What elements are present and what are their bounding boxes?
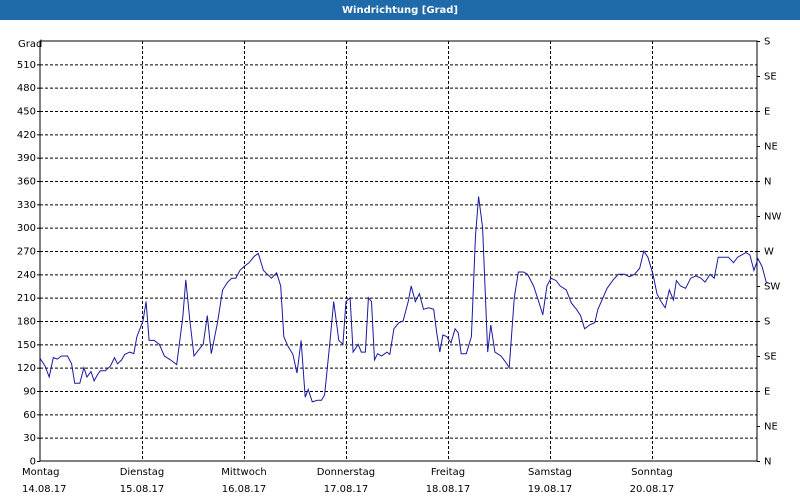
x-tick-day: Sonntag bbox=[631, 467, 673, 478]
left-tick-labels: 0 30 60 90 120 150 180 210 240 270 300 330 360 390 420… bbox=[17, 60, 40, 468]
y-tick-label: 450 bbox=[17, 107, 36, 118]
y-tick-label: 360 bbox=[17, 177, 36, 188]
y-tick-label: 270 bbox=[17, 247, 36, 258]
compass-tick-label: E bbox=[764, 387, 770, 398]
compass-tick-label: W bbox=[764, 247, 774, 258]
x-tick-day: Mittwoch bbox=[221, 467, 266, 478]
x-tick-date: 16.08.17 bbox=[222, 484, 267, 495]
right-tick-labels: N NE E SE S SW W NW N NE E SE S bbox=[757, 37, 781, 468]
y-tick-label: 480 bbox=[17, 83, 36, 94]
series-line-wind-direction bbox=[39, 196, 771, 403]
x-tick-date: 20.08.17 bbox=[630, 484, 675, 495]
y-tick-label: 30 bbox=[23, 433, 36, 444]
y-tick-label: 0 bbox=[30, 457, 36, 468]
y-axis-label: Grad bbox=[18, 39, 42, 50]
y-tick-label: 420 bbox=[17, 130, 36, 141]
x-tick-labels: Montag 14.08.17 Dienstag 15.08.17 Mittwoch 16… bbox=[22, 467, 674, 495]
y-tick-label: 90 bbox=[23, 387, 36, 398]
x-tick-day: Samstag bbox=[528, 467, 572, 478]
chart-title: Windrichtung [Grad] bbox=[342, 4, 458, 16]
x-tick-day: Dienstag bbox=[120, 467, 165, 478]
y-tick-label: 60 bbox=[23, 410, 36, 421]
y-tick-label: 180 bbox=[17, 317, 36, 328]
compass-tick-label: NE bbox=[764, 142, 778, 153]
compass-tick-label: SW bbox=[764, 282, 780, 293]
y-tick-label: 120 bbox=[17, 363, 36, 374]
compass-tick-label: E bbox=[764, 107, 770, 118]
compass-tick-label: NE bbox=[764, 422, 778, 433]
x-tick-date: 15.08.17 bbox=[120, 484, 165, 495]
compass-tick-label: S bbox=[764, 317, 770, 328]
y-tick-label: 150 bbox=[17, 340, 36, 351]
y-tick-label: 510 bbox=[17, 60, 36, 71]
x-tick-day: Freitag bbox=[431, 467, 465, 478]
chart-title-bar: Windrichtung [Grad] bbox=[0, 0, 800, 20]
compass-tick-label: N bbox=[764, 177, 771, 188]
x-tick-day: Montag bbox=[22, 467, 59, 478]
y-tick-label: 330 bbox=[17, 200, 36, 211]
x-tick-date: 18.08.17 bbox=[426, 484, 471, 495]
compass-tick-label: SE bbox=[764, 352, 777, 363]
wind-direction-chart: Grad 0 30 60 90 120 150 180 210 240 270 300 330 360 3… bbox=[17, 37, 782, 496]
y-tick-label: 210 bbox=[17, 293, 36, 304]
y-tick-label: 240 bbox=[17, 270, 36, 281]
compass-tick-label: S bbox=[764, 37, 770, 48]
x-tick-day: Donnerstag bbox=[317, 467, 375, 478]
compass-tick-label: SE bbox=[764, 72, 777, 83]
x-tick-date: 14.08.17 bbox=[22, 484, 67, 495]
y-tick-label: 300 bbox=[17, 223, 36, 234]
x-tick-date: 17.08.17 bbox=[324, 484, 369, 495]
y-tick-label: 390 bbox=[17, 153, 36, 164]
compass-tick-label: NW bbox=[764, 212, 781, 223]
x-tick-date: 19.08.17 bbox=[528, 484, 573, 495]
grid-lines bbox=[40, 41, 757, 461]
compass-tick-label: N bbox=[764, 457, 771, 468]
